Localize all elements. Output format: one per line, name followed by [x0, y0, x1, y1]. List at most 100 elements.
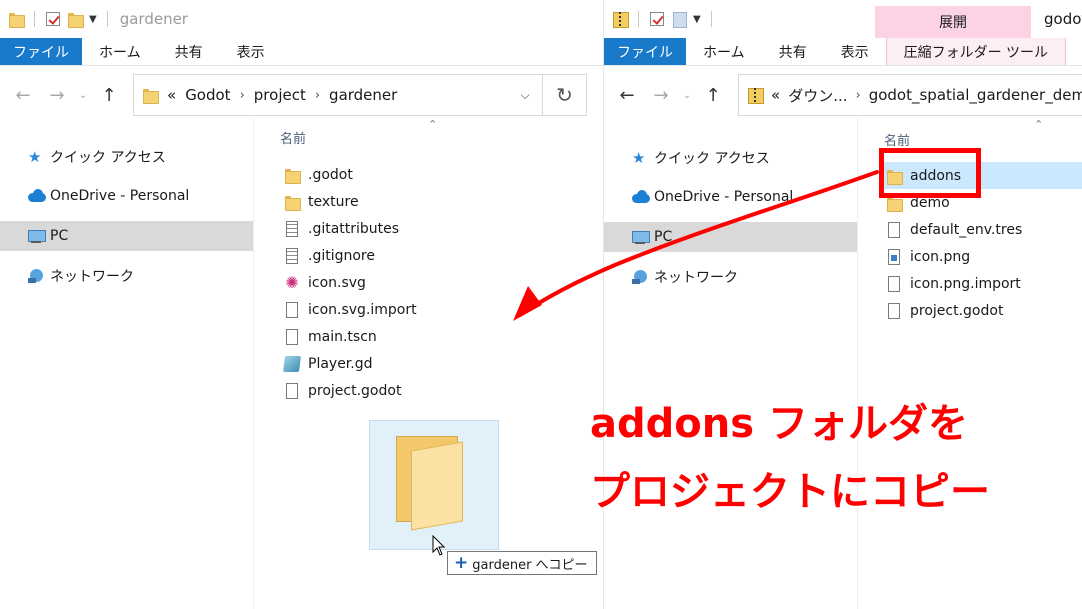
file-name: icon.png.import [910, 275, 1021, 292]
file-icon [286, 328, 298, 345]
quick-access-dropdown-icon[interactable]: ▼ [89, 14, 97, 25]
new-folder-icon[interactable] [671, 11, 687, 28]
right-titlebar: ▼ 展開 godot [604, 0, 1082, 38]
chevron-right-icon[interactable]: › [856, 88, 861, 103]
tab-view[interactable]: 表示 [220, 38, 282, 65]
caption-line-1: addons フォルダを [590, 401, 968, 447]
highlight-box [879, 148, 981, 198]
file-name: .godot [308, 166, 353, 183]
tab-file[interactable]: ファイル [604, 38, 686, 65]
forward-arrow-icon[interactable]: → [644, 85, 678, 106]
breadcrumb-overflow[interactable]: « [167, 86, 176, 104]
nav-item-pc[interactable]: PC [0, 221, 253, 251]
cloud-icon [632, 189, 650, 205]
navigation-bar: ← → ⌄ ↑ « ダウン... › godot_spatial_gardene… [604, 72, 1082, 118]
sort-caret-icon: ⌃ [1034, 118, 1044, 131]
nav-item-onedrive[interactable]: OneDrive - Personal [0, 181, 253, 211]
breadcrumb-downloads[interactable]: ダウン... [788, 85, 847, 106]
address-bar[interactable]: « Godot › project › gardener ⌵ ↻ [133, 74, 587, 116]
nav-item-onedrive[interactable]: OneDrive - Personal [604, 182, 857, 212]
column-header-name[interactable]: 名前 [280, 128, 306, 147]
left-explorer-window: ▼ gardener ファイル ホーム 共有 表示 ← → ⌄ ↑ « Godo… [0, 0, 604, 609]
file-icon [888, 275, 900, 292]
drag-tooltip-label: gardener へコピー [472, 557, 588, 573]
tab-share[interactable]: 共有 [158, 38, 220, 65]
tab-share[interactable]: 共有 [762, 38, 824, 65]
column-header-name[interactable]: 名前 [884, 130, 910, 149]
toolbar-separator [710, 11, 712, 27]
nav-item-label: ネットワーク [654, 270, 738, 286]
toolbar-separator [34, 11, 35, 27]
list-item[interactable]: icon.svg.import [278, 296, 417, 323]
folder-icon [284, 194, 301, 211]
properties-icon[interactable] [46, 12, 60, 26]
address-actions: ⌵ ↻ [508, 75, 586, 115]
nav-item-label: クイック アクセス [654, 151, 770, 167]
ribbon-tabs: ファイル ホーム 共有 表示 [0, 38, 603, 66]
back-arrow-icon[interactable]: ← [6, 85, 40, 106]
up-arrow-icon[interactable]: ↑ [92, 85, 126, 106]
properties-icon[interactable] [650, 12, 664, 26]
list-item[interactable]: project.godot [278, 377, 401, 404]
address-bar[interactable]: « ダウン... › godot_spatial_gardener_dem... [738, 74, 1082, 116]
tab-compressed-folder-tools[interactable]: 圧縮フォルダー ツール [885, 38, 1067, 65]
recent-locations-dropdown-icon[interactable]: ⌄ [74, 90, 92, 101]
nav-item-label: OneDrive - Personal [654, 189, 794, 205]
file-name: icon.svg.import [308, 301, 417, 318]
nav-item-pc[interactable]: PC [604, 222, 857, 252]
file-name: .gitignore [308, 247, 375, 264]
file-name: project.godot [910, 302, 1004, 319]
network-icon [28, 268, 44, 284]
context-tab-header[interactable]: 展開 [875, 6, 1031, 38]
file-icon [286, 382, 298, 399]
list-item[interactable]: .gitattributes [278, 215, 399, 242]
back-arrow-icon[interactable]: ← [610, 85, 644, 106]
list-item[interactable]: .godot [278, 161, 353, 188]
breadcrumb-project[interactable]: project [254, 86, 306, 104]
address-dropdown-icon[interactable]: ⌵ [508, 88, 542, 103]
list-item[interactable]: icon.png.import [880, 270, 1021, 297]
computer-icon [632, 229, 650, 245]
ribbon-tabs: ファイル ホーム 共有 表示 圧縮フォルダー ツール [604, 38, 1082, 66]
breadcrumb-zip-folder[interactable]: godot_spatial_gardener_dem... [869, 86, 1082, 104]
breadcrumb-gardener[interactable]: gardener [329, 86, 397, 104]
list-item[interactable]: ✺ icon.svg [278, 269, 366, 296]
file-name: default_env.tres [910, 221, 1023, 238]
forward-arrow-icon[interactable]: → [40, 85, 74, 106]
list-item[interactable]: .gitignore [278, 242, 375, 269]
quick-access-dropdown-icon[interactable]: ▼ [693, 14, 701, 25]
cloud-icon [28, 188, 46, 204]
new-folder-icon[interactable] [67, 11, 84, 28]
nav-item-network[interactable]: ネットワーク [0, 261, 253, 291]
list-item[interactable]: Player.gd [278, 350, 373, 377]
nav-item-label: ネットワーク [50, 269, 134, 285]
navigation-pane: ★ クイック アクセス OneDrive - Personal PC ネットワー… [604, 118, 858, 609]
nav-item-network[interactable]: ネットワーク [604, 262, 857, 292]
breadcrumb-godot[interactable]: Godot [185, 86, 230, 104]
text-file-icon [286, 220, 298, 237]
chevron-right-icon[interactable]: › [315, 88, 320, 103]
png-file-icon [888, 248, 900, 265]
up-arrow-icon[interactable]: ↑ [696, 85, 730, 106]
nav-item-label: PC [50, 228, 69, 244]
list-item[interactable]: main.tscn [278, 323, 377, 350]
folder-icon [284, 167, 301, 184]
navigation-pane: ★ クイック アクセス OneDrive - Personal PC ネットワー… [0, 118, 254, 609]
breadcrumb-overflow[interactable]: « [771, 86, 780, 104]
list-item[interactable]: texture [278, 188, 359, 215]
tab-home[interactable]: ホーム [686, 38, 762, 65]
chevron-right-icon[interactable]: › [240, 88, 245, 103]
nav-item-quick-access[interactable]: ★ クイック アクセス [0, 142, 253, 172]
caption-line-2: プロジェクトにコピー [590, 469, 990, 515]
nav-item-label: OneDrive - Personal [50, 188, 190, 204]
tab-view[interactable]: 表示 [824, 38, 886, 65]
toolbar-separator [638, 11, 639, 27]
tab-home[interactable]: ホーム [82, 38, 158, 65]
list-item[interactable]: icon.png [880, 243, 970, 270]
list-item[interactable]: default_env.tres [880, 216, 1022, 243]
list-item[interactable]: project.godot [880, 297, 1003, 324]
refresh-icon[interactable]: ↻ [542, 75, 586, 115]
recent-locations-dropdown-icon[interactable]: ⌄ [678, 90, 696, 101]
tab-file[interactable]: ファイル [0, 38, 82, 65]
nav-item-quick-access[interactable]: ★ クイック アクセス [604, 143, 857, 173]
